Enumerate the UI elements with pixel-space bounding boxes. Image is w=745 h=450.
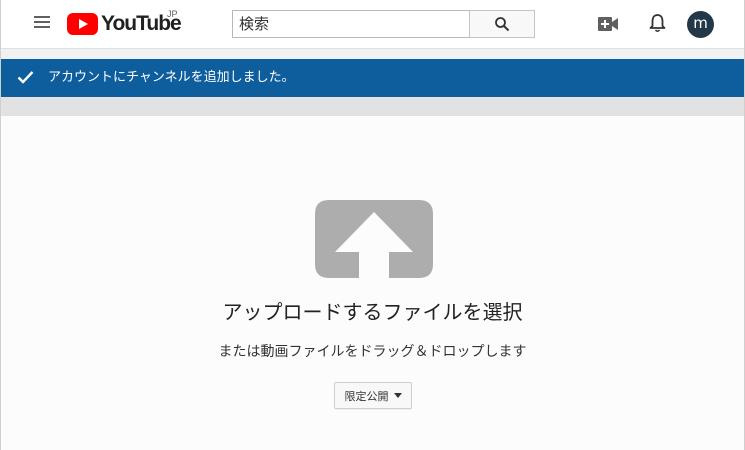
upload-arrow-icon[interactable] xyxy=(315,200,433,278)
search-input[interactable] xyxy=(232,10,475,38)
search-icon xyxy=(495,17,510,32)
privacy-dropdown-button[interactable]: 限定公開 xyxy=(334,382,412,409)
app-window: YouTube JP m アカウントにチャンネルを追加しました。 xyxy=(0,0,745,450)
logo-region-label: JP xyxy=(167,9,178,19)
video-camera-plus-icon[interactable] xyxy=(598,17,618,31)
upload-title: アップロードするファイルを選択 xyxy=(222,300,523,324)
avatar[interactable]: m xyxy=(687,11,714,38)
youtube-logo[interactable]: YouTube JP xyxy=(67,9,182,36)
privacy-label: 限定公開 xyxy=(344,389,389,403)
check-icon xyxy=(17,71,34,84)
caret-down-icon xyxy=(393,393,402,398)
notification-message: アカウントにチャンネルを追加しました。 xyxy=(48,70,295,85)
hamburger-menu-icon[interactable] xyxy=(34,16,50,30)
notification-bar: アカウントにチャンネルを追加しました。 xyxy=(1,59,744,97)
divider-strip xyxy=(1,97,744,116)
search-button[interactable] xyxy=(469,10,535,38)
youtube-play-logo-icon xyxy=(67,13,98,35)
masthead: YouTube JP m xyxy=(1,0,744,49)
upload-subtitle: または動画ファイルをドラッグ＆ドロップします xyxy=(218,344,527,360)
bell-icon[interactable] xyxy=(649,13,666,33)
upload-drop-zone[interactable]: アップロードするファイルを選択 または動画ファイルをドラッグ＆ドロップします 限… xyxy=(1,116,744,450)
